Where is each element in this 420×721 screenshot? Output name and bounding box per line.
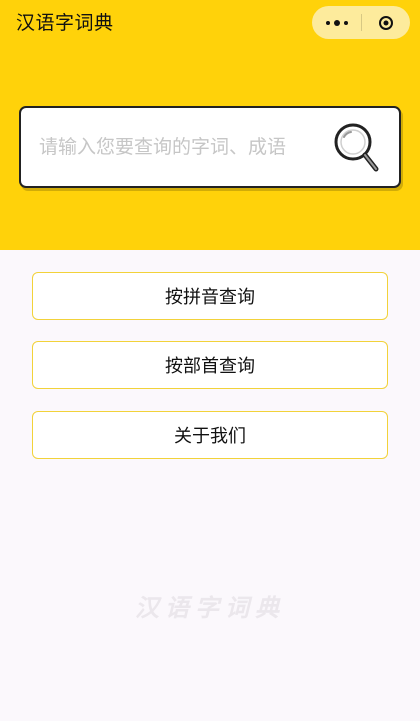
search-box — [19, 106, 401, 188]
about-us-button[interactable]: 关于我们 — [32, 411, 388, 459]
more-dots-icon — [325, 19, 348, 26]
mini-program-capsule — [312, 6, 410, 39]
app-title: 汉语字词典 — [16, 12, 114, 34]
header-banner: 汉语字词典 — [0, 0, 420, 250]
close-button[interactable] — [362, 6, 410, 39]
search-input[interactable] — [39, 108, 319, 186]
magnifier-icon[interactable] — [333, 122, 383, 176]
pinyin-search-button[interactable]: 按拼音查询 — [32, 272, 388, 320]
watermark-logo: 汉语字词典 — [135, 593, 285, 622]
more-button[interactable] — [312, 6, 361, 39]
target-circle-icon — [379, 15, 393, 30]
radical-search-button[interactable]: 按部首查询 — [32, 341, 388, 389]
